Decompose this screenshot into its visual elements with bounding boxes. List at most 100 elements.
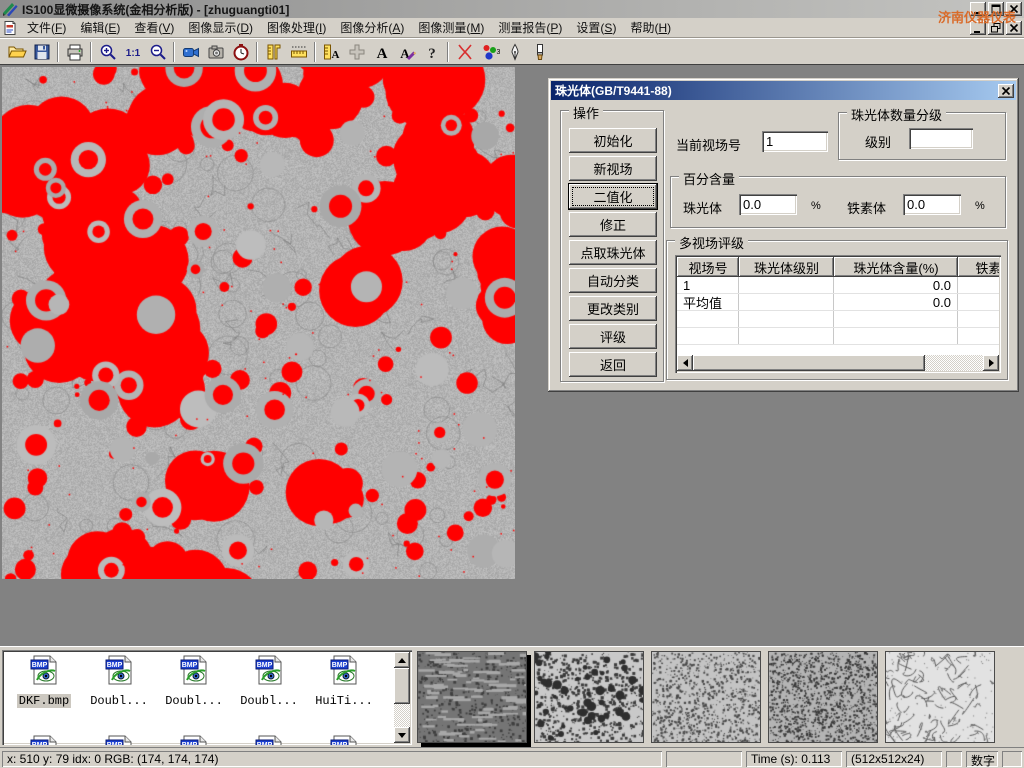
column-header-2[interactable]: 珠光体含量(%) bbox=[834, 257, 958, 277]
file-item-4[interactable]: BMPHuiTi... bbox=[308, 654, 380, 709]
toolbar-actual-size-button[interactable]: 1:1 bbox=[120, 41, 145, 63]
menu-item-p[interactable]: 测量报告(P) bbox=[491, 16, 569, 39]
change-category-button[interactable]: 更改类别 bbox=[569, 296, 657, 321]
svg-text:1:1: 1:1 bbox=[125, 48, 140, 59]
status-panel-empty-1 bbox=[666, 751, 742, 767]
toolbar-count-points-button[interactable]: 3 bbox=[477, 41, 502, 63]
thumbnail-image bbox=[418, 652, 526, 742]
toolbar-video-camera-button[interactable] bbox=[178, 41, 203, 63]
pearlite-percent-input[interactable] bbox=[739, 194, 797, 215]
column-header-1[interactable]: 珠光体级别 bbox=[739, 257, 834, 277]
toolbar-save-button[interactable] bbox=[29, 41, 54, 63]
micrograph-image[interactable] bbox=[2, 67, 515, 579]
scroll-up-button[interactable] bbox=[394, 652, 410, 668]
new-field-button[interactable]: 新视场 bbox=[569, 156, 657, 181]
auto-classify-button[interactable]: 自动分类 bbox=[569, 268, 657, 293]
svg-text:BMP: BMP bbox=[32, 742, 48, 745]
column-header-0[interactable]: 视场号 bbox=[677, 257, 739, 277]
menu-item-d[interactable]: 图像显示(D) bbox=[181, 16, 260, 39]
scroll-left-button[interactable] bbox=[677, 355, 693, 371]
toolbar-help-button[interactable]: ? bbox=[419, 41, 444, 63]
menu-item-s[interactable]: 设置(S) bbox=[569, 16, 623, 39]
mdi-restore-button[interactable] bbox=[988, 21, 1004, 35]
file-item-3[interactable]: BMPDoubl... bbox=[233, 654, 305, 709]
scroll-right-button[interactable] bbox=[983, 355, 999, 371]
mdi-close-button[interactable] bbox=[1006, 21, 1022, 35]
menu-item-a[interactable]: 图像分析(A) bbox=[333, 16, 411, 39]
ferrite-percent-input[interactable] bbox=[903, 194, 961, 215]
toolbar-camera-button[interactable] bbox=[203, 41, 228, 63]
grading-group: 珠光体数量分级 级别 bbox=[838, 112, 1006, 160]
menu-item-e[interactable]: 编辑(E) bbox=[73, 16, 127, 39]
application-window: IS100显微摄像系统(金相分析版) - [zhuguangti01] 济南仪器… bbox=[0, 0, 1024, 768]
micrograph-thumbnail-3[interactable] bbox=[768, 651, 878, 743]
file-item-row2-2[interactable]: BMP bbox=[158, 734, 230, 745]
measure-text-icon: A bbox=[322, 42, 342, 62]
percent-group: 百分含量 珠光体 % 铁素体 % bbox=[670, 176, 1006, 228]
menu-item-f[interactable]: 文件(F) bbox=[20, 16, 73, 39]
dialog-title-bar[interactable]: 珠光体(GB/T9441-88) bbox=[551, 81, 1016, 100]
toolbar-annotate-button[interactable]: A bbox=[394, 41, 419, 63]
toolbar-timer-button[interactable] bbox=[228, 41, 253, 63]
file-item-2[interactable]: BMPDoubl... bbox=[158, 654, 230, 709]
caliper-icon bbox=[264, 42, 284, 62]
grade-input[interactable] bbox=[909, 128, 973, 149]
table-row bbox=[677, 311, 999, 328]
menu-item-m[interactable]: 图像测量(M) bbox=[411, 16, 491, 39]
table-row: 10.0 bbox=[677, 277, 999, 294]
pick-pearlite-button[interactable]: 点取珠光体 bbox=[569, 240, 657, 265]
toolbar-open-button[interactable] bbox=[4, 41, 29, 63]
micrograph-thumbnail-1[interactable] bbox=[534, 651, 644, 743]
toolbar-brush-button[interactable] bbox=[527, 41, 552, 63]
maximize-button[interactable] bbox=[988, 2, 1004, 16]
binarize-button[interactable]: 二值化 bbox=[569, 184, 657, 209]
vscroll-thumb[interactable] bbox=[394, 668, 410, 704]
pearlite-label: 珠光体 bbox=[683, 198, 722, 217]
toolbar-pen-button[interactable] bbox=[502, 41, 527, 63]
grid-icon bbox=[347, 42, 367, 62]
toolbar-measure-text-button[interactable]: A bbox=[319, 41, 344, 63]
micrograph-thumbnail-2[interactable] bbox=[651, 651, 761, 743]
micrograph-thumbnail-0[interactable] bbox=[417, 651, 527, 743]
file-item-row2-0[interactable]: BMP bbox=[8, 734, 80, 745]
toolbar-caliper-button[interactable] bbox=[261, 41, 286, 63]
menu-item-v[interactable]: 查看(V) bbox=[127, 16, 181, 39]
file-name-label: HuiTi... bbox=[313, 694, 375, 708]
current-field-input[interactable] bbox=[762, 131, 828, 152]
toolbar-zoom-out-button[interactable] bbox=[145, 41, 170, 63]
return-button[interactable]: 返回 bbox=[569, 352, 657, 377]
file-list-vscrollbar[interactable] bbox=[394, 652, 410, 743]
dialog-close-button[interactable] bbox=[998, 84, 1014, 98]
toolbar-print-button[interactable] bbox=[62, 41, 87, 63]
table-hscrollbar[interactable] bbox=[677, 355, 999, 371]
column-header-3[interactable]: 铁素体含量(%) bbox=[958, 257, 999, 277]
file-name-label: Doubl... bbox=[88, 694, 150, 708]
operation-group-label: 操作 bbox=[569, 103, 603, 122]
correct-button[interactable]: 修正 bbox=[569, 212, 657, 237]
micrograph-thumbnail-4[interactable] bbox=[885, 651, 995, 743]
file-item-0[interactable]: BMPDKF.bmp bbox=[8, 654, 80, 709]
file-item-1[interactable]: BMP Doubl... bbox=[83, 654, 155, 709]
document-icon[interactable] bbox=[0, 20, 20, 36]
toolbar-ruler-button[interactable] bbox=[286, 41, 311, 63]
menu-item-h[interactable]: 帮助(H) bbox=[623, 16, 678, 39]
thumbnail-image bbox=[886, 652, 994, 742]
scroll-down-button[interactable] bbox=[394, 727, 410, 743]
hscroll-thumb[interactable] bbox=[693, 355, 925, 371]
svg-text:BMP: BMP bbox=[182, 742, 198, 745]
close-button[interactable] bbox=[1006, 2, 1022, 16]
grade-button[interactable]: 评级 bbox=[569, 324, 657, 349]
file-item-row2-1[interactable]: BMP bbox=[83, 734, 155, 745]
minimize-button[interactable] bbox=[970, 2, 986, 16]
toolbar-grid-button[interactable] bbox=[344, 41, 369, 63]
toolbar-curve-tool-button[interactable] bbox=[452, 41, 477, 63]
initialize-button[interactable]: 初始化 bbox=[569, 128, 657, 153]
bmp-file-icon: BMP bbox=[103, 654, 135, 686]
toolbar-zoom-in-button[interactable] bbox=[95, 41, 120, 63]
mdi-minimize-button[interactable] bbox=[970, 21, 986, 35]
toolbar-text-button[interactable]: A bbox=[369, 41, 394, 63]
file-item-row2-4[interactable]: BMP bbox=[308, 734, 380, 745]
menu-item-i[interactable]: 图像处理(I) bbox=[260, 16, 333, 39]
table-cell bbox=[958, 294, 1001, 310]
file-item-row2-3[interactable]: BMP bbox=[233, 734, 305, 745]
